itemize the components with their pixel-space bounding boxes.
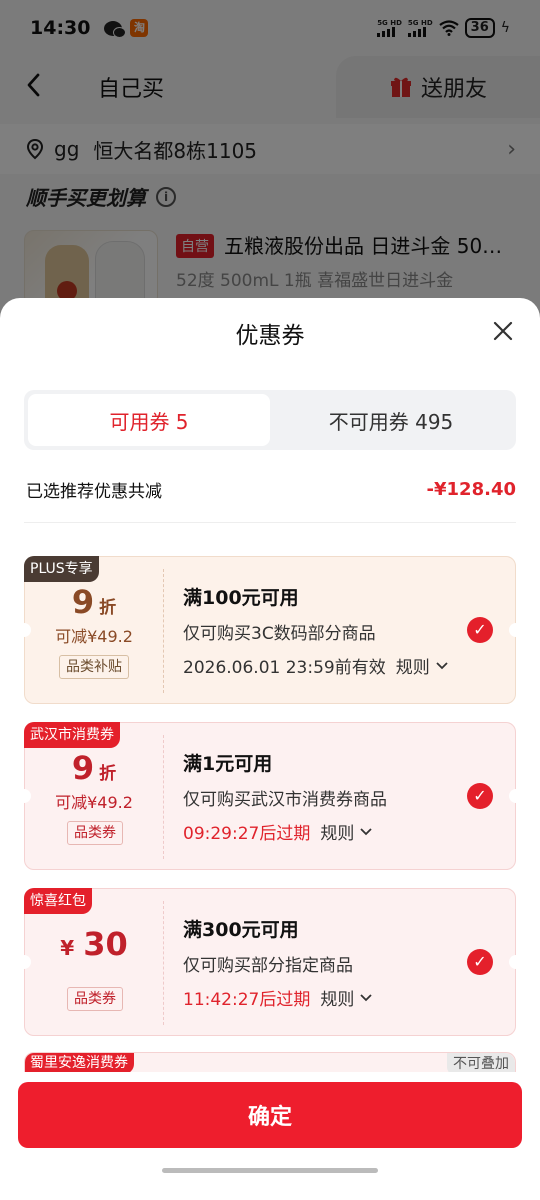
saving-summary: 已选推荐优惠共减 -¥128.40	[26, 474, 516, 504]
coupon-value: 9 折	[71, 583, 117, 621]
sheet-title: 优惠券	[235, 323, 305, 349]
chevron-down-icon	[360, 993, 372, 1001]
coupon-countdown: 11:42:27后过期	[183, 990, 311, 1010]
coupon-rule-link[interactable]: 规则	[320, 819, 372, 844]
sheet-footer: 确定	[0, 1072, 540, 1200]
saving-label: 已选推荐优惠共减	[26, 481, 162, 502]
coupon-rule-link[interactable]: 规则	[396, 653, 448, 678]
saving-value: -¥128.40	[426, 478, 516, 500]
coupon-scope: 仅可购买3C数码部分商品	[183, 624, 376, 644]
confirm-button[interactable]: 确定	[18, 1082, 522, 1148]
coupon-card[interactable]: PLUS专享 9 折 可减¥49.2 品类补贴 满100元可用 仅可购买3C数码…	[17, 556, 523, 704]
coupon-sheet: 优惠券 可用券 5 不可用券 495 已选推荐优惠共减 -¥128.40 PLU…	[0, 298, 540, 1200]
coupon-condition: 满300元可用	[183, 919, 299, 941]
coupon-condition: 满100元可用	[183, 587, 299, 609]
divider	[24, 522, 516, 523]
coupon-category: 品类补贴	[59, 655, 129, 679]
coupon-category: 品类券	[67, 821, 123, 845]
coupon-card[interactable]: 武汉市消费券 9 折 可减¥49.2 品类券 满1元可用 仅可购买武汉市消费券商…	[17, 722, 523, 870]
coupon-discount: 可减¥49.2	[55, 627, 133, 646]
close-icon[interactable]	[492, 320, 514, 342]
home-indicator	[162, 1168, 378, 1173]
tab-available-coupons[interactable]: 可用券 5	[28, 394, 270, 446]
check-icon[interactable]: ✓	[467, 949, 493, 975]
coupon-expiry: 2026.06.01 23:59前有效	[183, 658, 386, 678]
chevron-down-icon	[436, 661, 448, 669]
coupon-value: 9 折	[71, 749, 117, 787]
coupon-tabs: 可用券 5 不可用券 495	[24, 390, 516, 450]
coupon-badge: 蜀里安逸消费券	[25, 1053, 134, 1074]
coupon-discount: 可减¥49.2	[55, 793, 133, 812]
coupon-category: 品类券	[67, 987, 123, 1011]
coupon-rule-link[interactable]: 规则	[320, 985, 372, 1010]
chevron-down-icon	[360, 827, 372, 835]
tab-unavailable-coupons[interactable]: 不可用券 495	[270, 394, 512, 446]
check-icon[interactable]: ✓	[467, 617, 493, 643]
coupon-countdown: 09:29:27后过期	[183, 824, 311, 844]
coupon-value: ¥ 30	[60, 925, 128, 963]
check-icon[interactable]: ✓	[467, 783, 493, 809]
coupon-condition: 满1元可用	[183, 753, 273, 775]
coupon-card[interactable]: 惊喜红包 ¥ 30 品类券 满300元可用 仅可购买部分指定商品 11:42:2…	[17, 888, 523, 1036]
coupon-scope: 仅可购买武汉市消费券商品	[183, 790, 387, 810]
coupon-scope: 仅可购买部分指定商品	[183, 956, 353, 976]
